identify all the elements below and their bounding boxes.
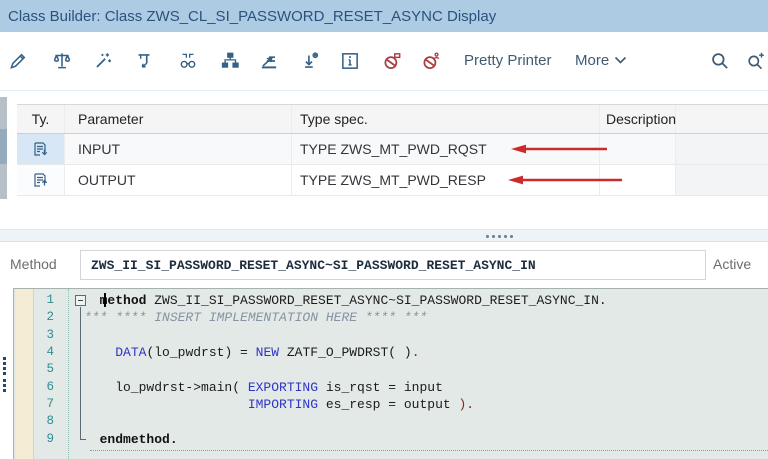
info-icon[interactable] xyxy=(338,49,362,73)
description-cell[interactable] xyxy=(600,134,676,164)
external-breakpoint-icon[interactable] xyxy=(419,49,443,73)
type-spec-cell[interactable]: TYPE ZWS_MT_PWD_RESP xyxy=(292,165,600,195)
download-watch-icon[interactable] xyxy=(298,49,322,73)
red-annotation-arrow xyxy=(511,144,609,154)
code-line[interactable]: 3 xyxy=(14,327,768,344)
hierarchy-icon[interactable] xyxy=(218,49,242,73)
pretty-printer-button[interactable]: Pretty Printer xyxy=(464,52,552,69)
panel-splitter[interactable] xyxy=(0,229,768,242)
line-number: 9 xyxy=(14,431,62,448)
session-breakpoint-icon[interactable] xyxy=(380,49,404,73)
search-icon[interactable] xyxy=(708,49,732,73)
line-number: 4 xyxy=(14,344,62,361)
column-header-ty[interactable]: Ty. xyxy=(17,105,65,133)
type-spec-cell[interactable]: TYPE ZWS_MT_PWD_RQST xyxy=(292,134,600,164)
column-header-type-spec[interactable]: Type spec. xyxy=(292,105,600,133)
line-number: 1 xyxy=(14,292,62,309)
class-builder-window: Class Builder: Class ZWS_CL_SI_PASSWORD_… xyxy=(0,0,768,459)
search-plus-icon[interactable] xyxy=(744,49,768,73)
line-number: 7 xyxy=(14,396,62,413)
exporting-parameter-icon[interactable] xyxy=(17,165,65,195)
method-bar: Method ZWS_II_SI_PASSWORD_RESET_ASYNC~SI… xyxy=(0,242,768,288)
main-toolbar: Pretty Printer More xyxy=(0,32,768,91)
table-row-output[interactable]: OUTPUT TYPE ZWS_MT_PWD_RESP xyxy=(17,165,768,196)
wizard-wand-icon[interactable] xyxy=(91,49,115,73)
more-menu-button[interactable]: More xyxy=(575,52,627,69)
importing-parameter-icon[interactable] xyxy=(17,134,65,164)
parameters-table: Ty. Parameter Type spec. Description INP… xyxy=(17,104,768,196)
chevron-down-icon xyxy=(614,56,627,65)
window-title-bar: Class Builder: Class ZWS_CL_SI_PASSWORD_… xyxy=(0,0,768,32)
line-number: 2 xyxy=(14,309,62,326)
parameter-name-cell[interactable]: INPUT xyxy=(65,134,292,164)
binoculars-icon[interactable] xyxy=(176,49,200,73)
line-number: 6 xyxy=(14,379,62,396)
page-title: Class Builder: Class ZWS_CL_SI_PASSWORD_… xyxy=(8,8,496,25)
column-header-description[interactable]: Description xyxy=(600,105,676,133)
line-number: 3 xyxy=(14,327,62,344)
code-line[interactable]: 9 endmethod. xyxy=(14,431,768,448)
code-line[interactable]: 6 lo_pwdrst->main( EXPORTING is_rqst = i… xyxy=(14,379,768,396)
caliper-icon[interactable] xyxy=(132,49,156,73)
left-rail-segment[interactable] xyxy=(0,164,7,199)
code-line[interactable]: 4 DATA(lo_pwdrst) = NEW ZATF_O_PWDRST( )… xyxy=(14,344,768,361)
table-row-input[interactable]: INPUT TYPE ZWS_MT_PWD_RQST xyxy=(17,134,768,165)
scales-icon[interactable] xyxy=(50,49,74,73)
code-line[interactable]: 1 method ZWS_II_SI_PASSWORD_RESET_ASYNC~… xyxy=(14,292,768,309)
line-number: 5 xyxy=(14,361,62,378)
column-header-parameter[interactable]: Parameter xyxy=(65,105,292,133)
splitter-grip-dots xyxy=(486,235,513,238)
edit-pencil-icon[interactable] xyxy=(6,49,30,73)
red-annotation-arrow xyxy=(508,175,624,185)
method-end-dotted-line xyxy=(90,450,768,451)
abap-code-editor[interactable]: 1 method ZWS_II_SI_PASSWORD_RESET_ASYNC~… xyxy=(13,288,768,459)
text-cursor xyxy=(104,293,106,307)
method-label: Method xyxy=(10,256,57,272)
left-rail-segment[interactable] xyxy=(0,97,7,129)
line-number: 8 xyxy=(14,413,62,430)
code-line[interactable]: 2*** **** INSERT IMPLEMENTATION HERE ***… xyxy=(14,309,768,326)
parameter-name-cell[interactable]: OUTPUT xyxy=(65,165,292,195)
column-header-filler xyxy=(676,105,768,133)
sort-icon[interactable] xyxy=(257,49,281,73)
method-status: Active xyxy=(713,256,751,272)
code-line[interactable]: 7 IMPORTING es_resp = output ). xyxy=(14,396,768,413)
left-rail-thumb[interactable] xyxy=(0,129,7,164)
code-lines: 1 method ZWS_II_SI_PASSWORD_RESET_ASYNC~… xyxy=(14,292,768,448)
code-line[interactable]: 8 xyxy=(14,413,768,430)
fold-collapse-icon[interactable] xyxy=(75,295,86,306)
fold-guide-corner xyxy=(80,439,86,440)
fold-guide-line xyxy=(80,307,81,439)
method-name-field[interactable]: ZWS_II_SI_PASSWORD_RESET_ASYNC~SI_PASSWO… xyxy=(80,250,706,280)
code-line[interactable]: 5 xyxy=(14,361,768,378)
table-header-row: Ty. Parameter Type spec. Description xyxy=(17,104,768,134)
